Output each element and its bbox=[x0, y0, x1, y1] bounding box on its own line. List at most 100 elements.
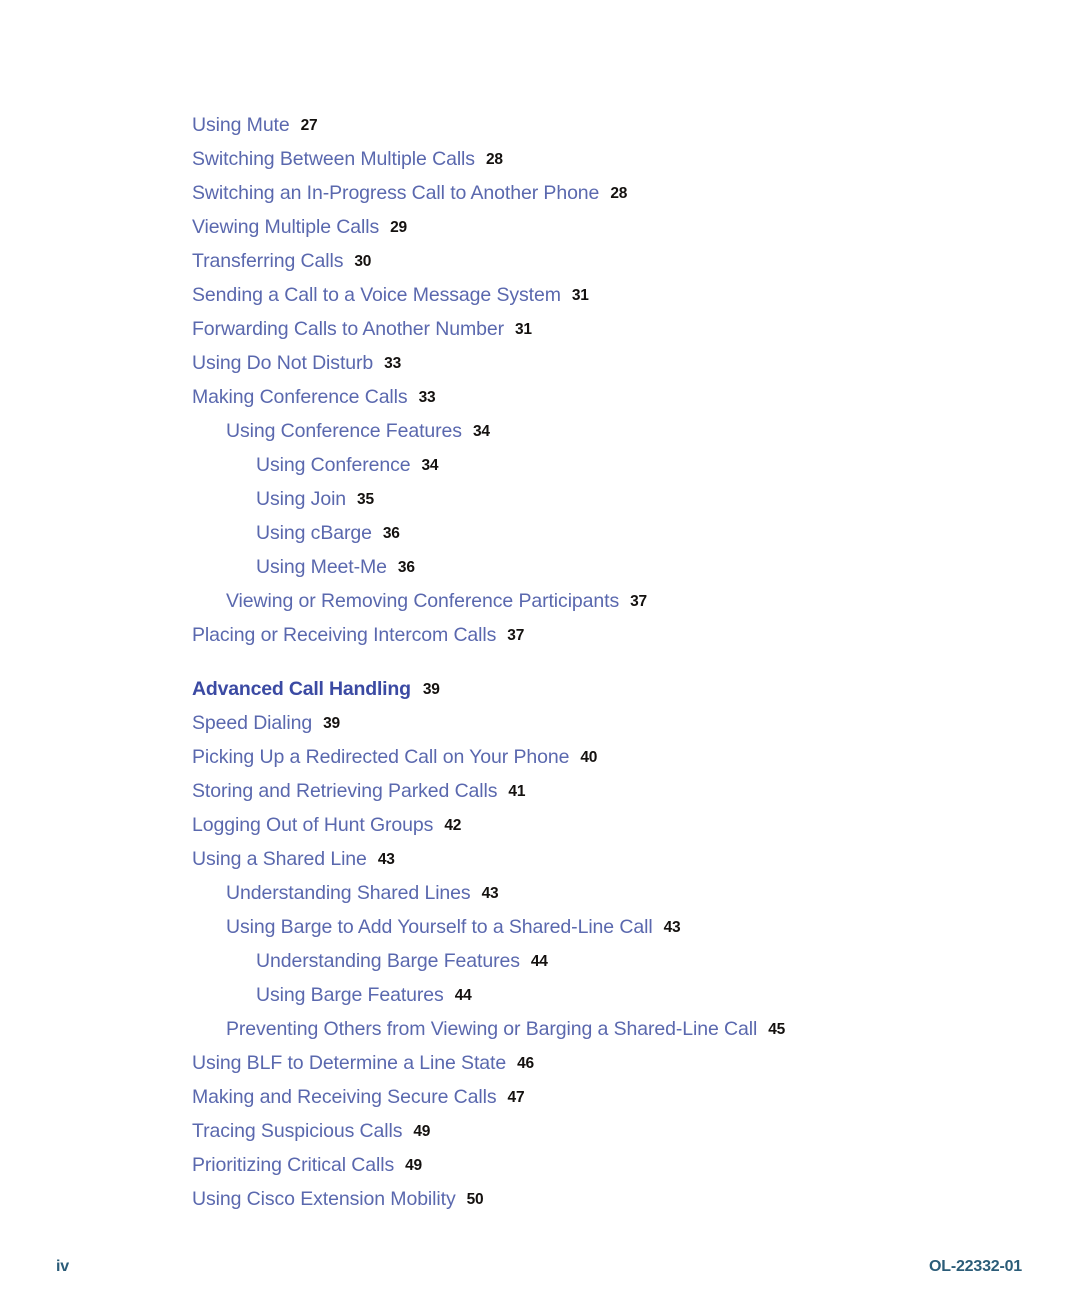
toc-entry[interactable]: Using Do Not Disturb 33 bbox=[0, 346, 1080, 380]
toc-entry-title: Prioritizing Critical Calls bbox=[192, 1154, 395, 1176]
toc-entry-title: Using Barge to Add Yourself to a Shared-… bbox=[226, 916, 653, 938]
toc-entry[interactable]: Using Conference Features 34 bbox=[0, 414, 1080, 448]
toc-entry-title: Transferring Calls bbox=[192, 250, 344, 272]
toc-entry-page-number: 49 bbox=[405, 1157, 422, 1174]
toc-entry-page-number: 36 bbox=[397, 559, 415, 576]
toc-entry[interactable]: Using BLF to Determine a Line State 46 bbox=[0, 1046, 1080, 1080]
toc-entry-page-number: 29 bbox=[390, 219, 407, 236]
toc-entry[interactable]: Prioritizing Critical Calls 49 bbox=[0, 1148, 1080, 1182]
toc-entry[interactable]: Using Conference 34 bbox=[0, 448, 1080, 482]
toc-entry-title: Picking Up a Redirected Call on Your Pho… bbox=[192, 746, 570, 768]
toc-entry-title: Using Barge Features bbox=[256, 984, 444, 1006]
toc-entry-title: Forwarding Calls to Another Number bbox=[192, 318, 504, 340]
toc-entry-page-number: 37 bbox=[507, 627, 525, 644]
toc-entry[interactable]: Using Meet-Me 36 bbox=[0, 550, 1080, 584]
toc-entry[interactable]: Tracing Suspicious Calls 49 bbox=[0, 1114, 1080, 1148]
toc-entry[interactable]: Transferring Calls 30 bbox=[0, 244, 1080, 278]
toc-entry-page-number: 42 bbox=[444, 817, 462, 834]
toc-entry-page-number: 27 bbox=[300, 117, 318, 134]
toc-entry[interactable]: Picking Up a Redirected Call on Your Pho… bbox=[0, 740, 1080, 774]
toc-entry-page-number: 30 bbox=[354, 253, 372, 270]
toc-entry-page-number: 43 bbox=[377, 851, 395, 868]
toc-entry-page-number: 44 bbox=[454, 987, 472, 1004]
toc-entry[interactable]: Using Join 35 bbox=[0, 482, 1080, 516]
toc-entry-page-number: 39 bbox=[422, 681, 440, 698]
toc-entry-title: Sending a Call to a Voice Message System bbox=[192, 284, 561, 306]
toc-entry-title: Using Conference Features bbox=[226, 420, 462, 442]
toc-entry[interactable]: Understanding Barge Features 44 bbox=[0, 944, 1080, 978]
toc-entry[interactable]: Using Barge to Add Yourself to a Shared-… bbox=[0, 910, 1080, 944]
toc-entry-title: Storing and Retrieving Parked Calls bbox=[192, 780, 498, 802]
toc-entry[interactable]: Using cBarge 36 bbox=[0, 516, 1080, 550]
toc-entry-title: Using Conference bbox=[256, 454, 411, 476]
toc-entry-page-number: 49 bbox=[413, 1123, 431, 1140]
toc-entry-page-number: 43 bbox=[481, 885, 499, 902]
toc-entry[interactable]: Viewing or Removing Conference Participa… bbox=[0, 584, 1080, 618]
toc-entry-page-number: 31 bbox=[571, 287, 589, 304]
toc-entry-title: Speed Dialing bbox=[192, 712, 313, 734]
toc-entry-page-number: 41 bbox=[508, 783, 526, 800]
toc-entry[interactable]: Using Barge Features 44 bbox=[0, 978, 1080, 1012]
document-id: OL-22332-01 bbox=[929, 1258, 1022, 1275]
toc-entry-title: Using BLF to Determine a Line State bbox=[192, 1052, 507, 1074]
toc-entry[interactable]: Making Conference Calls 33 bbox=[0, 380, 1080, 414]
toc-entry-title: Using Join bbox=[256, 488, 347, 510]
toc-entry[interactable]: Using a Shared Line 43 bbox=[0, 842, 1080, 876]
toc-entry-title: Using Meet-Me bbox=[256, 556, 387, 578]
toc-entry-title: Understanding Barge Features bbox=[256, 950, 520, 972]
toc-entry[interactable]: Switching Between Multiple Calls 28 bbox=[0, 142, 1080, 176]
toc-entry-title: Understanding Shared Lines bbox=[226, 882, 471, 904]
page-footer: iv OL-22332-01 bbox=[0, 1250, 1080, 1284]
toc-entry-page-number: 39 bbox=[323, 715, 340, 732]
toc-entry-title: Preventing Others from Viewing or Bargin… bbox=[226, 1018, 758, 1040]
toc-entry-title: Using a Shared Line bbox=[192, 848, 367, 870]
toc-entry[interactable]: Switching an In-Progress Call to Another… bbox=[0, 176, 1080, 210]
toc-section-heading[interactable]: Advanced Call Handling 39 bbox=[0, 672, 1080, 706]
toc-entry-page-number: 34 bbox=[421, 457, 439, 474]
toc-entry[interactable]: Understanding Shared Lines 43 bbox=[0, 876, 1080, 910]
toc-entry[interactable]: Viewing Multiple Calls 29 bbox=[0, 210, 1080, 244]
toc-entry-page-number: 33 bbox=[418, 389, 436, 406]
toc-entry[interactable]: Making and Receiving Secure Calls 47 bbox=[0, 1080, 1080, 1114]
toc-entry-title: Using cBarge bbox=[256, 522, 372, 544]
toc-entry-page-number: 31 bbox=[515, 321, 532, 338]
toc-entry-page-number: 33 bbox=[384, 355, 401, 372]
toc-entry-page-number: 47 bbox=[507, 1089, 525, 1106]
table-of-contents: Using Mute 27 Switching Between Multiple C… bbox=[0, 108, 1080, 1216]
toc-entry[interactable]: Placing or Receiving Intercom Calls 37 bbox=[0, 618, 1080, 652]
toc-entry-title: Tracing Suspicious Calls bbox=[192, 1120, 403, 1142]
toc-entry-page-number: 35 bbox=[357, 491, 374, 508]
toc-entry-title: Using Do Not Disturb bbox=[192, 352, 374, 374]
toc-entry-title: Viewing or Removing Conference Participa… bbox=[226, 590, 620, 612]
toc-entry-page-number: 43 bbox=[663, 919, 681, 936]
toc-entry[interactable]: Storing and Retrieving Parked Calls 41 bbox=[0, 774, 1080, 808]
toc-entry-title: Placing or Receiving Intercom Calls bbox=[192, 624, 497, 646]
toc-entry-title: Making Conference Calls bbox=[192, 386, 408, 408]
toc-entry[interactable]: Logging Out of Hunt Groups 42 bbox=[0, 808, 1080, 842]
toc-entry[interactable]: Sending a Call to a Voice Message System… bbox=[0, 278, 1080, 312]
toc-entry-page-number: 34 bbox=[472, 423, 490, 440]
page-number-folio: iv bbox=[56, 1258, 69, 1275]
toc-entry[interactable]: Using Mute 27 bbox=[0, 108, 1080, 142]
toc-entry[interactable]: Using Cisco Extension Mobility 50 bbox=[0, 1182, 1080, 1216]
toc-entry-page-number: 36 bbox=[382, 525, 400, 542]
toc-entry-title: Using Cisco Extension Mobility bbox=[192, 1188, 456, 1210]
toc-entry-title: Advanced Call Handling bbox=[192, 678, 411, 700]
document-page: Using Mute 27 Switching Between Multiple C… bbox=[0, 0, 1080, 1311]
toc-entry-title: Making and Receiving Secure Calls bbox=[192, 1086, 497, 1108]
toc-entry-page-number: 46 bbox=[517, 1055, 534, 1072]
toc-entry-page-number: 37 bbox=[630, 593, 647, 610]
toc-entry-title: Switching an In-Progress Call to Another… bbox=[192, 182, 600, 204]
toc-entry-page-number: 45 bbox=[768, 1021, 786, 1038]
toc-entry-page-number: 44 bbox=[530, 953, 548, 970]
toc-entry-page-number: 28 bbox=[485, 151, 503, 168]
toc-entry-title: Switching Between Multiple Calls bbox=[192, 148, 475, 170]
toc-entry-title: Viewing Multiple Calls bbox=[192, 216, 380, 238]
toc-entry[interactable]: Speed Dialing 39 bbox=[0, 706, 1080, 740]
toc-entry-page-number: 50 bbox=[466, 1191, 484, 1208]
toc-entry[interactable]: Forwarding Calls to Another Number 31 bbox=[0, 312, 1080, 346]
toc-entry-page-number: 28 bbox=[610, 185, 628, 202]
toc-entry[interactable]: Preventing Others from Viewing or Bargin… bbox=[0, 1012, 1080, 1046]
toc-entry-page-number: 40 bbox=[580, 749, 598, 766]
toc-entry-title: Using Mute bbox=[192, 114, 290, 136]
